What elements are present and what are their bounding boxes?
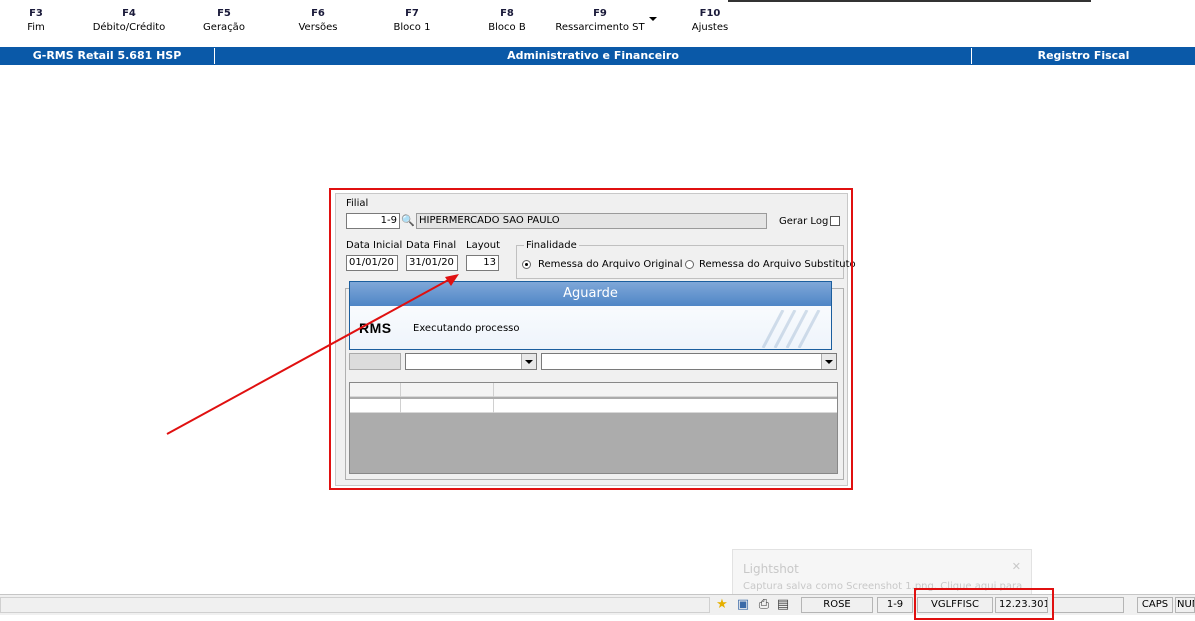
title-bar: G-RMS Retail 5.681 HSP Administrativo e … bbox=[0, 47, 1195, 65]
fkey-f9-ressarcimento-st[interactable]: F9 Ressarcimento ST bbox=[555, 8, 645, 33]
fkey-label: Ressarcimento ST bbox=[555, 22, 645, 33]
module-title: Administrativo e Financeiro bbox=[507, 49, 679, 62]
lightshot-title: Lightshot bbox=[743, 562, 799, 576]
fkey-label: Débito/Crédito bbox=[92, 22, 166, 33]
fkey-label: Bloco B bbox=[488, 22, 526, 33]
fkey-key: F10 bbox=[699, 8, 721, 19]
fkey-f6-versoes[interactable]: F6 Versões bbox=[273, 8, 363, 33]
fkey-key: F7 bbox=[405, 8, 419, 19]
printer-icon[interactable]: ⎙ bbox=[756, 597, 772, 613]
fkey-label: Geração bbox=[203, 22, 245, 33]
fkey-key: F6 bbox=[311, 8, 325, 19]
clipboard-icon[interactable]: ▤ bbox=[775, 597, 791, 613]
app-title: G-RMS Retail 5.681 HSP bbox=[32, 49, 182, 62]
function-key-bar: F3 Fim F4 Débito/Crédito F5 Geração F6 Versõ… bbox=[0, 0, 1195, 42]
status-user: ROSE bbox=[801, 597, 873, 613]
fkey-f7-bloco-1[interactable]: F7 Bloco 1 bbox=[367, 8, 457, 33]
status-empty-cell bbox=[1052, 597, 1124, 613]
highlight-box-dialog bbox=[329, 188, 853, 490]
fkey-key: F9 bbox=[593, 8, 607, 19]
star-icon[interactable]: ★ bbox=[714, 597, 730, 613]
user-card-icon[interactable]: ▣ bbox=[735, 597, 751, 613]
close-icon[interactable]: ✕ bbox=[1012, 560, 1021, 573]
fkey-key: F8 bbox=[500, 8, 514, 19]
highlight-box-status bbox=[914, 588, 1054, 620]
status-caps: CAPS bbox=[1137, 597, 1173, 613]
fkey-label: Versões bbox=[298, 22, 338, 33]
fkey-f3-fim[interactable]: F3 Fim bbox=[0, 8, 81, 33]
fkey-label: Ajustes bbox=[691, 22, 729, 33]
fkey-key: F5 bbox=[217, 8, 231, 19]
status-filial: 1-9 bbox=[877, 597, 913, 613]
status-num: NUM bbox=[1175, 597, 1195, 613]
dropdown-arrow-icon[interactable] bbox=[649, 17, 657, 21]
fkey-f4-debito-credito[interactable]: F4 Débito/Crédito bbox=[84, 8, 174, 33]
fkey-f10-ajustes[interactable]: F10 Ajustes bbox=[665, 8, 755, 33]
fkey-f8-bloco-b[interactable]: F8 Bloco B bbox=[462, 8, 552, 33]
fkey-label: Fim bbox=[27, 22, 45, 33]
status-message-cell bbox=[0, 597, 710, 613]
fkey-key: F3 bbox=[29, 8, 43, 19]
fkey-key: F4 bbox=[122, 8, 136, 19]
fkey-f5-geracao[interactable]: F5 Geração bbox=[179, 8, 269, 33]
screen-title: Registro Fiscal bbox=[1037, 49, 1130, 62]
fkey-label: Bloco 1 bbox=[393, 22, 431, 33]
top-divider bbox=[728, 0, 1091, 2]
